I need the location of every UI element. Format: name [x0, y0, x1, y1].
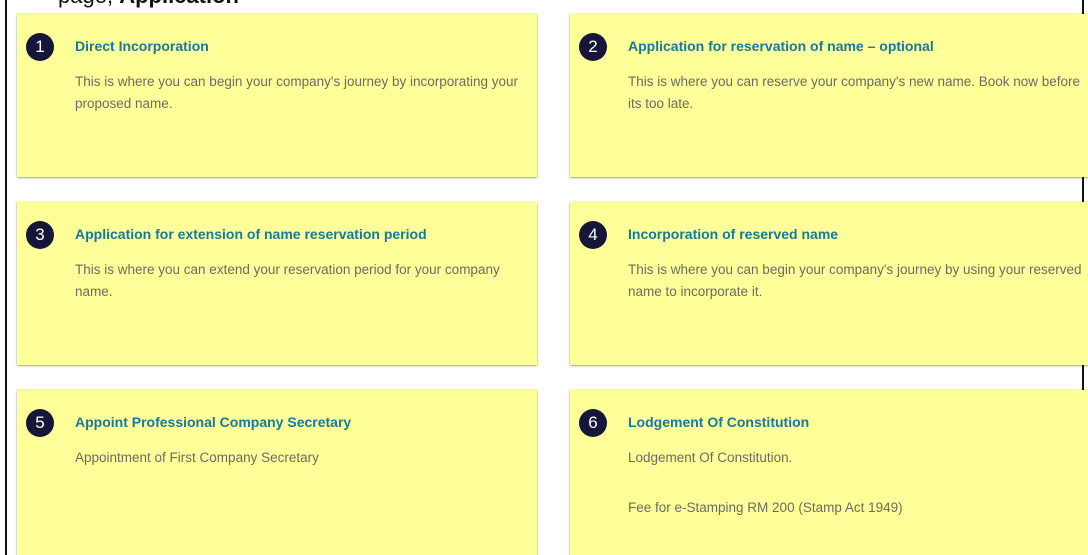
card-title-link[interactable]: Incorporation of reserved name: [628, 226, 838, 242]
card-description: This is where you can reserve your compa…: [628, 74, 1081, 111]
left-border: [5, 0, 7, 555]
step-number-badge: 5: [26, 409, 54, 437]
card-title-link[interactable]: Lodgement Of Constitution: [628, 414, 809, 430]
card-direct-incorporation[interactable]: 1 Direct Incorporation This is where you…: [17, 14, 537, 177]
card-extension-of-reservation[interactable]: 3 Application for extension of name rese…: [17, 202, 537, 365]
card-lodgement-of-constitution[interactable]: 6 Lodgement Of Constitution Lodgement Of…: [570, 390, 1088, 555]
card-title-link[interactable]: Application for reservation of name – op…: [628, 38, 934, 54]
card-reservation-of-name[interactable]: 2 Application for reservation of name – …: [570, 14, 1088, 177]
card-description: This is where you can begin your company…: [75, 74, 519, 111]
step-number-badge: 1: [26, 33, 54, 61]
step-number-badge: 2: [579, 33, 607, 61]
card-description: This is where you can extend your reserv…: [75, 262, 500, 299]
card-title-link[interactable]: Appoint Professional Company Secretary: [75, 414, 351, 430]
card-incorporation-of-reserved-name[interactable]: 4 Incorporation of reserved name This is…: [570, 202, 1088, 365]
card-description: Appointment of First Company Secretary: [75, 450, 319, 465]
caption-bold: Application: [119, 0, 239, 8]
caption-prefix: page,: [58, 0, 113, 8]
card-title-link[interactable]: Application for extension of name reserv…: [75, 226, 427, 242]
card-appoint-company-secretary[interactable]: 5 Appoint Professional Company Secretary…: [17, 390, 537, 555]
step-number-badge: 3: [26, 221, 54, 249]
step-number-badge: 6: [579, 409, 607, 437]
step-number-badge: 4: [579, 221, 607, 249]
card-fee-note: Fee for e-Stamping RM 200 (Stamp Act 194…: [628, 500, 903, 515]
cropped-caption: page, Application: [58, 0, 239, 9]
card-title-link[interactable]: Direct Incorporation: [75, 38, 209, 54]
page-frame: page, Application 1 Direct Incorporation…: [0, 0, 1088, 555]
card-description: This is where you can begin your company…: [628, 262, 1082, 299]
card-description: Lodgement Of Constitution.: [628, 450, 793, 465]
